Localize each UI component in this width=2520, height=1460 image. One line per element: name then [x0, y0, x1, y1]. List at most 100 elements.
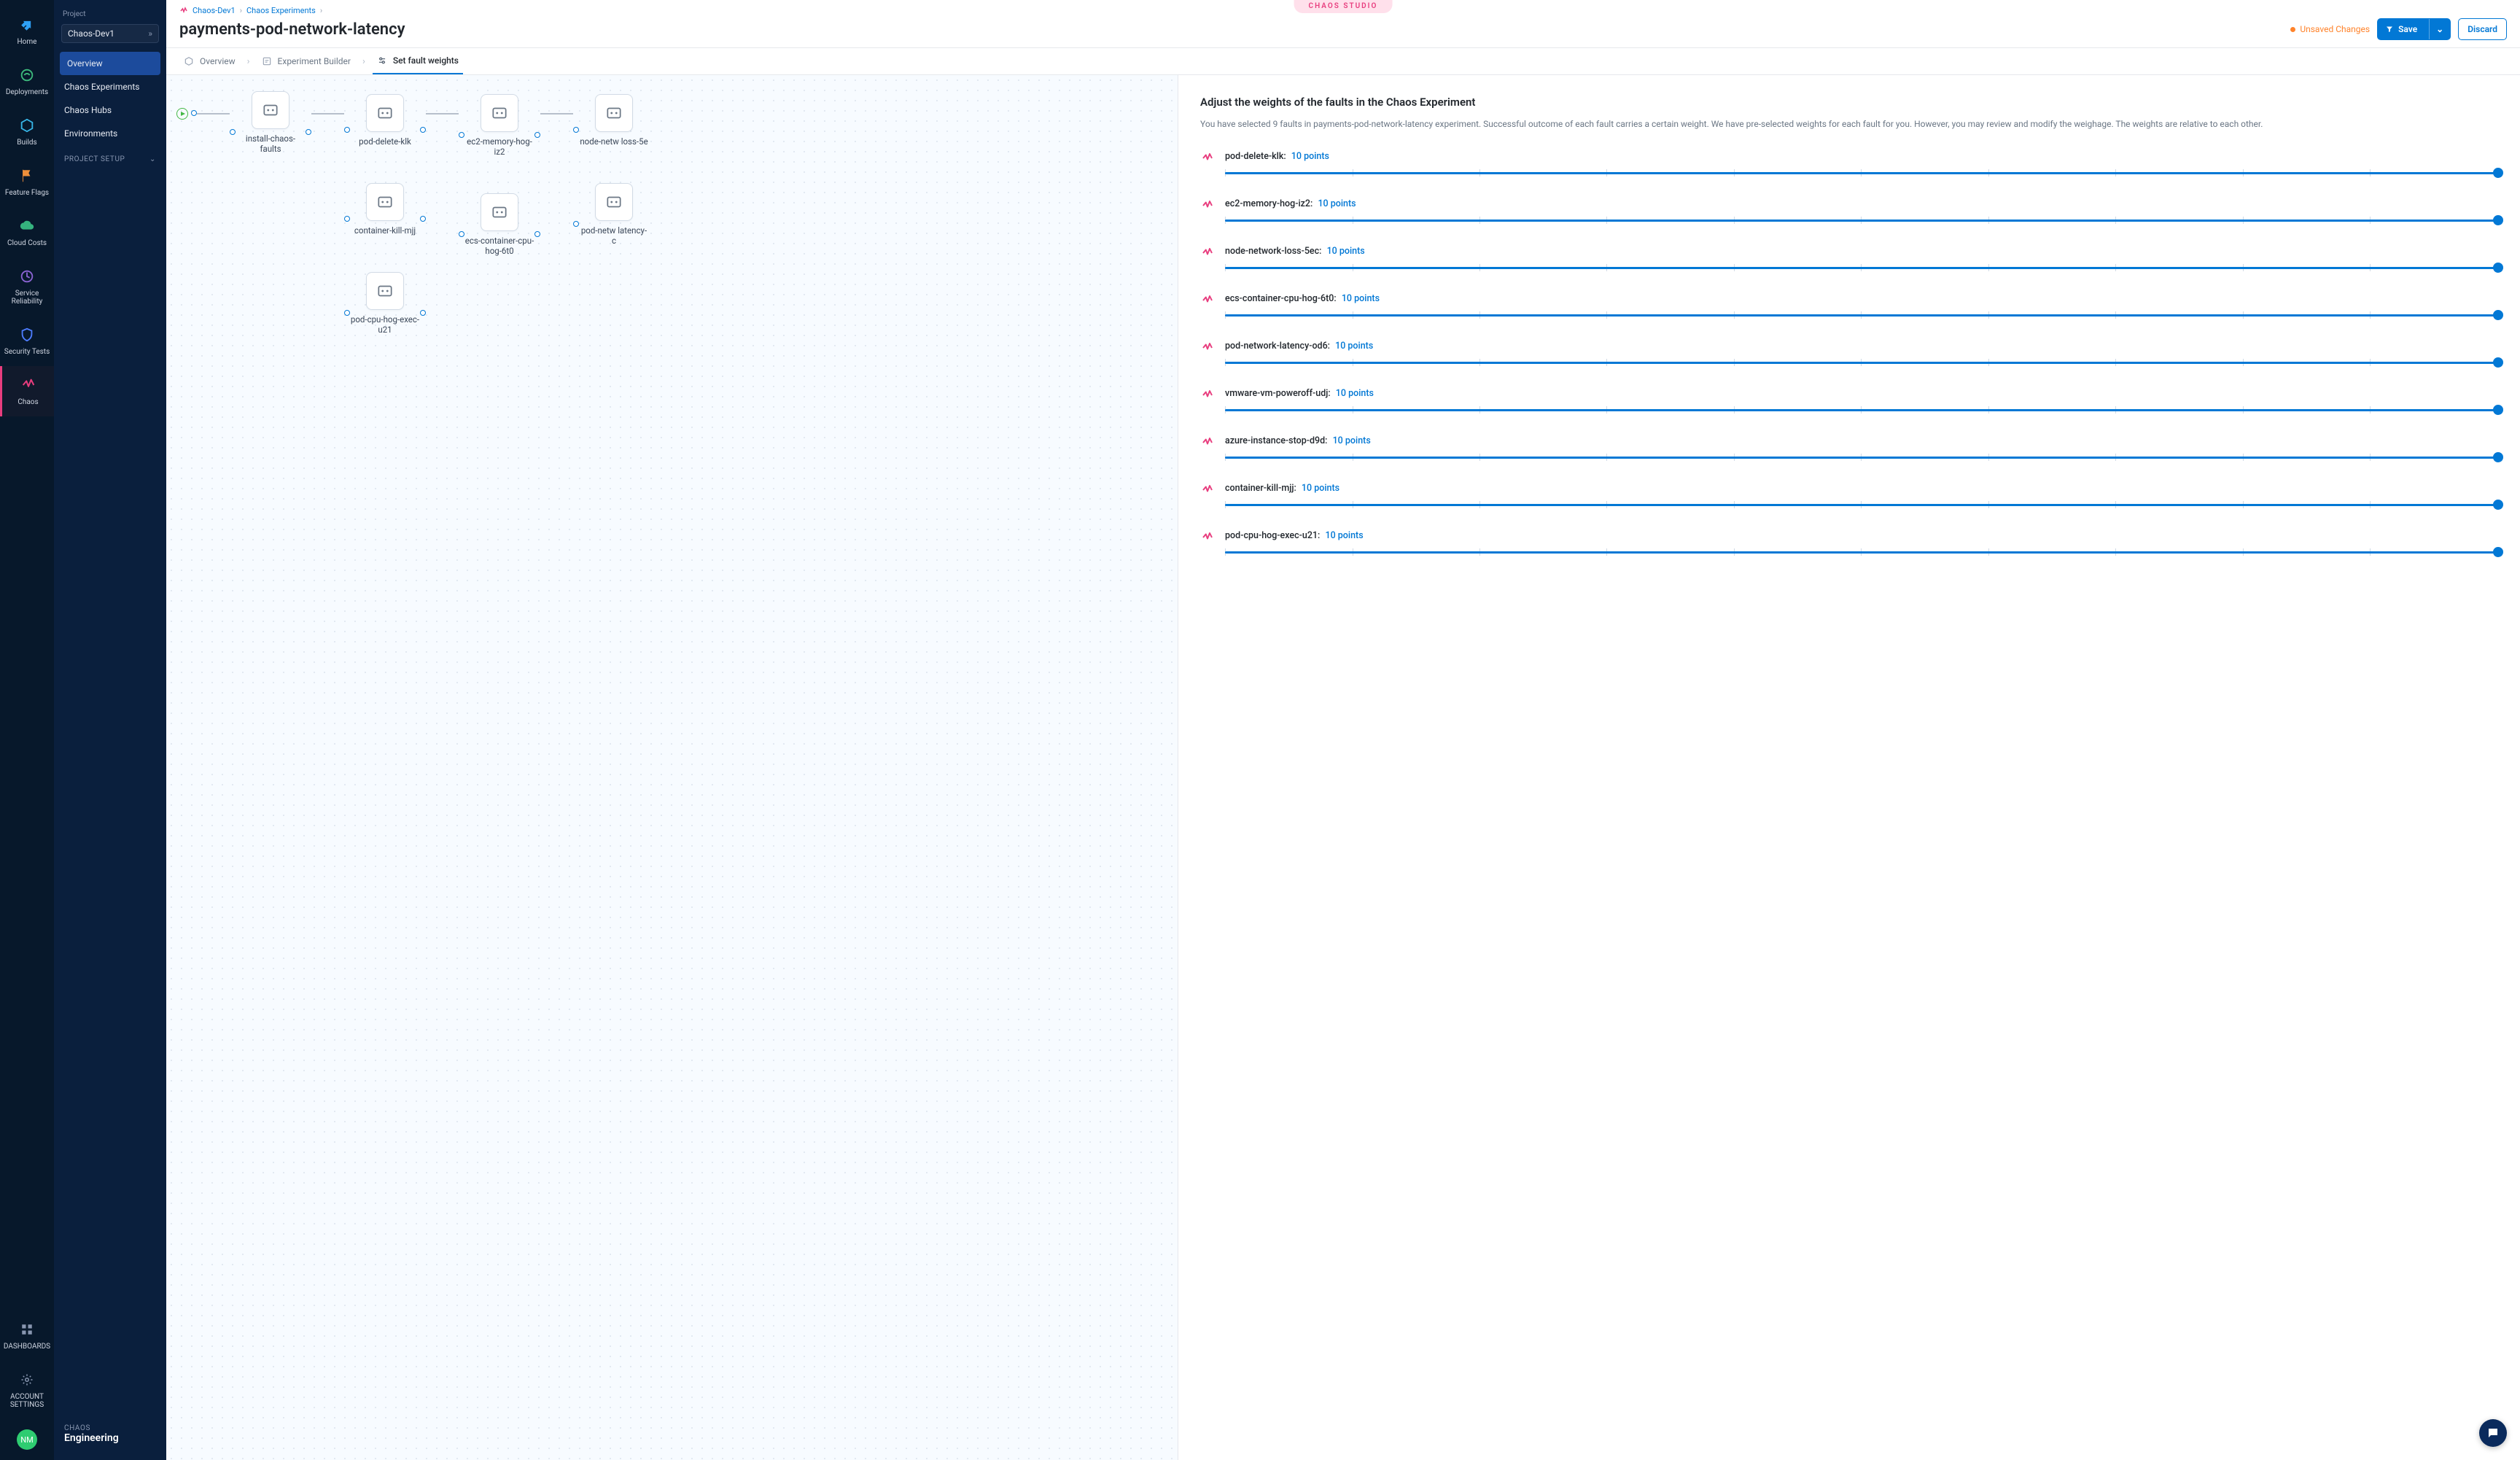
play-button[interactable] [176, 108, 188, 120]
fault-points: 10 points [1291, 151, 1329, 162]
chat-fab[interactable] [2479, 1419, 2507, 1447]
weight-slider[interactable] [1225, 215, 2498, 227]
rail-security-tests[interactable]: Security Tests [0, 316, 54, 366]
chevron-down-icon: ⌄ [149, 155, 156, 163]
home-icon [18, 16, 36, 34]
slider-thumb[interactable] [2493, 405, 2503, 415]
header-actions: Unsaved Changes Save ⌄ Discard [2290, 18, 2507, 40]
rail-service-reliability[interactable]: Service Reliability [0, 257, 54, 316]
weight-slider[interactable] [1225, 547, 2498, 559]
flow-node[interactable]: pod-delete-klk [350, 94, 420, 147]
fault-name: ec2-memory-hog-iz2: [1225, 198, 1312, 209]
slider-thumb[interactable] [2493, 357, 2503, 368]
chaos-icon [20, 376, 37, 394]
weight-slider[interactable] [1225, 263, 2498, 274]
flow-node[interactable]: ec2-memory-hog-iz2 [464, 94, 534, 157]
rail-cloud-costs[interactable]: Cloud Costs [0, 207, 54, 257]
chaos-icon [1200, 341, 1215, 355]
chevron-right-icon: › [320, 6, 322, 15]
fault-row: ec2-memory-hog-iz2: 10 points [1200, 191, 2498, 238]
nav-rail: Home Deployments Builds Feature Flags Cl… [0, 0, 54, 1460]
sliders-icon [377, 55, 387, 66]
flag-icon [18, 167, 36, 185]
chevron-right-icon: › [362, 56, 365, 67]
tab-overview[interactable]: Overview [179, 49, 240, 74]
slider-thumb[interactable] [2493, 452, 2503, 462]
reliability-icon [18, 268, 36, 285]
avatar[interactable]: NM [17, 1429, 37, 1450]
chat-icon [2486, 1426, 2500, 1440]
fault-name: pod-delete-klk: [1225, 151, 1286, 162]
fault-row: ecs-container-cpu-hog-6t0: 10 points [1200, 286, 2498, 333]
slider-thumb[interactable] [2493, 547, 2503, 557]
flow-node[interactable]: ecs-container-cpu-hog-6t0 [464, 193, 534, 256]
chevron-right-icon: » [148, 28, 152, 39]
fault-name: container-kill-mjj: [1225, 483, 1296, 494]
breadcrumb-link[interactable]: Chaos Experiments [246, 6, 316, 15]
rail-deployments[interactable]: Deployments [0, 56, 54, 106]
sidebar-item-environments[interactable]: Environments [54, 122, 166, 145]
tab-set-fault-weights[interactable]: Set fault weights [373, 48, 463, 74]
sidebar-item-chaos-experiments[interactable]: Chaos Experiments [54, 75, 166, 98]
flow-canvas[interactable]: install-chaos-faults pod-delete-klk [166, 75, 1178, 1460]
tab-experiment-builder[interactable]: Experiment Builder [257, 49, 355, 74]
slider-thumb[interactable] [2493, 310, 2503, 320]
breadcrumb-link[interactable]: Chaos-Dev1 [192, 6, 236, 15]
sidebar-item-chaos-hubs[interactable]: Chaos Hubs [54, 98, 166, 122]
save-button[interactable]: Save ⌄ [2377, 18, 2451, 40]
panel-heading: Adjust the weights of the faults in the … [1200, 96, 2498, 109]
chevron-down-icon[interactable]: ⌄ [2429, 19, 2450, 39]
sidebar: Project Chaos-Dev1 » Overview Chaos Expe… [54, 0, 166, 1460]
fault-row: container-kill-mjj: 10 points [1200, 475, 2498, 523]
builder-icon [262, 56, 272, 66]
rail-chaos[interactable]: Chaos [0, 366, 54, 416]
fault-icon [261, 101, 280, 120]
fault-points: 10 points [1335, 341, 1373, 352]
sidebar-item-overview[interactable]: Overview [60, 52, 160, 75]
fault-row: node-network-loss-5ec: 10 points [1200, 238, 2498, 286]
project-setup-toggle[interactable]: PROJECT SETUP ⌄ [54, 145, 166, 168]
rail-dashboards[interactable]: DASHBOARDS [0, 1310, 54, 1361]
slider-thumb[interactable] [2493, 263, 2503, 273]
weight-slider[interactable] [1225, 310, 2498, 322]
slider-thumb[interactable] [2493, 168, 2503, 178]
weight-slider[interactable] [1225, 452, 2498, 464]
flow-node[interactable]: node-netw loss-5e [579, 94, 649, 147]
footer-name: Engineering [64, 1432, 156, 1444]
flow-node[interactable]: install-chaos-faults [236, 91, 306, 154]
rail-home[interactable]: Home [0, 6, 54, 56]
fault-row: pod-delete-klk: 10 points [1200, 144, 2498, 191]
weight-slider[interactable] [1225, 405, 2498, 416]
slider-thumb[interactable] [2493, 500, 2503, 510]
unsaved-indicator: Unsaved Changes [2290, 24, 2370, 34]
project-label: Project [54, 7, 166, 21]
project-selector[interactable]: Chaos-Dev1 » [61, 24, 159, 43]
chaos-icon [1200, 293, 1215, 308]
chaos-icon [1200, 246, 1215, 260]
chaos-icon [1200, 151, 1215, 166]
brand-pill: CHAOS STUDIO [1294, 0, 1393, 13]
rail-builds[interactable]: Builds [0, 106, 54, 157]
rail-label: Security Tests [4, 348, 50, 356]
flow-node[interactable]: pod-netw latency-c [579, 183, 649, 246]
hex-icon [184, 56, 194, 66]
rail-label: ACCOUNT SETTINGS [3, 1393, 51, 1409]
fault-name: pod-network-latency-od6: [1225, 341, 1330, 352]
fault-name: pod-cpu-hog-exec-u21: [1225, 530, 1320, 541]
flow-node[interactable]: container-kill-mjj [350, 183, 420, 236]
fault-points: 10 points [1327, 246, 1365, 257]
fault-row: pod-cpu-hog-exec-u21: 10 points [1200, 523, 2498, 570]
weight-slider[interactable] [1225, 500, 2498, 511]
fault-points: 10 points [1325, 530, 1363, 541]
rail-label: Deployments [6, 88, 48, 96]
chaos-icon [1200, 388, 1215, 403]
discard-button[interactable]: Discard [2458, 18, 2507, 40]
chaos-icon [1200, 483, 1215, 497]
rail-label: Chaos [18, 398, 38, 406]
weight-slider[interactable] [1225, 168, 2498, 179]
rail-account-settings[interactable]: ACCOUNT SETTINGS [0, 1361, 54, 1419]
flow-node[interactable]: pod-cpu-hog-exec-u21 [350, 272, 420, 335]
rail-feature-flags[interactable]: Feature Flags [0, 157, 54, 207]
weight-slider[interactable] [1225, 357, 2498, 369]
slider-thumb[interactable] [2493, 215, 2503, 225]
